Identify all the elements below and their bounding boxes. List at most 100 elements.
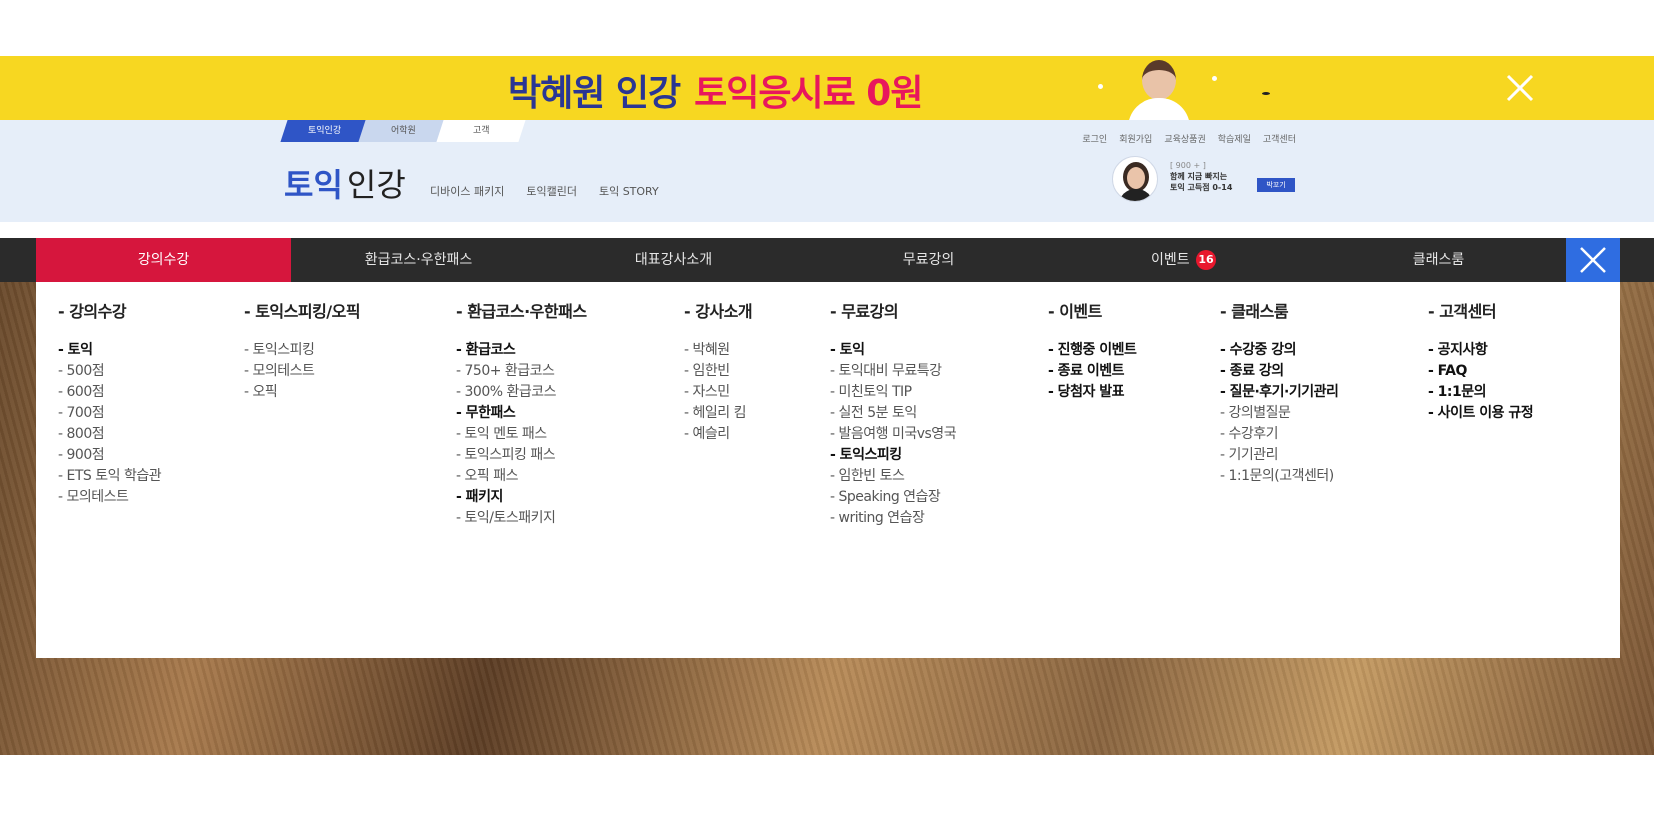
menu-link[interactable]: - 환급코스 [456,340,587,361]
menu-link[interactable]: - 박혜원 [684,340,752,361]
signup-link[interactable]: 회원가입 [1119,132,1152,145]
menu-column-title: - 고객센터 [1428,302,1497,321]
menu-link[interactable]: - 모의테스트 [58,487,161,508]
study-link[interactable]: 학습제일 [1218,132,1251,145]
menu-link[interactable]: - 750+ 환급코스 [456,361,587,382]
promo-banner[interactable]: 박혜원 인강 토익응시료 0원 [0,56,1654,120]
menu-link[interactable]: - 임한빈 토스 [830,466,956,487]
nav-item-events[interactable]: 이벤트 16 [1056,238,1311,282]
menu-link[interactable]: - 종료 강의 [1220,361,1338,382]
menu-list: - 토익 - 500점 - 600점 - 700점 - 800점 - 900점 - ETS … [58,340,162,508]
nav-item-refund-course[interactable]: 환급코스·우한패스 [291,238,546,282]
menu-link[interactable]: - 토익스피킹 패스 [456,445,587,466]
menu-link[interactable]: - 오픽 패스 [456,466,587,487]
menu-link[interactable]: - 공지사항 [1428,340,1533,361]
menu-link[interactable]: - ETS 토익 학습관 [58,466,162,487]
menu-link[interactable]: - 기기관리 [1220,445,1338,466]
menu-link[interactable]: - 강의별질문 [1220,403,1338,424]
promo-text-offer: 토익응시료 0원 [694,73,923,114]
menu-link[interactable]: - 당첨자 발표 [1048,382,1136,403]
main-nav: 강의수강 환급코스·우한패스 대표강사소개 무료강의 이벤트 16 클래스룸 [0,238,1654,282]
logo-main: 토익 [284,166,343,204]
menu-column-title: - 강의수강 [58,302,127,321]
menu-link[interactable]: - 토익 [830,340,956,361]
menu-link[interactable]: - 300% 환급코스 [456,382,587,403]
site-tab-academy[interactable]: 어학원 [358,120,448,142]
menu-link[interactable]: - 900점 [58,445,161,466]
promo-text-instructor: 박혜원 인강 [508,73,681,114]
menu-link[interactable]: - 토익스피킹 [244,340,360,361]
menu-link[interactable]: - 토익대비 무료특강 [830,361,956,382]
menu-link[interactable]: - 종료 이벤트 [1048,361,1136,382]
sparkle-icon [1098,84,1103,89]
menu-column-refund: - 환급코스·우한패스 - 환급코스 - 750+ 환급코스 - 300% 환급코스… [456,298,587,529]
site-header: 토익인강 어학원 고객 로그인 회원가입 교육상품권 학습제일 고객센터 토익 인… [0,120,1654,222]
voucher-link[interactable]: 교육상품권 [1164,132,1205,145]
menu-link[interactable]: - FAQ [1428,361,1533,382]
promo-instructor-image [1120,56,1200,120]
avatar [1112,156,1158,202]
close-icon [1506,74,1534,102]
main-nav-items: 강의수강 환급코스·우한패스 대표강사소개 무료강의 이벤트 16 클래스룸 [36,238,1566,282]
site-tabs: 토익인강 어학원 고객 [280,120,526,142]
site-tab-toeic[interactable]: 토익인강 [280,120,370,142]
menu-link[interactable]: - 토익스피킹 [830,445,956,466]
header-link-calendar[interactable]: 토익캘린더 [526,183,577,199]
menu-close-button[interactable] [1566,238,1620,282]
menu-column-title: - 환급코스·우한패스 [456,302,587,321]
menu-link[interactable]: - 사이트 이용 규정 [1428,403,1534,424]
menu-link[interactable]: - 오픽 [244,382,360,403]
menu-link[interactable]: - 수강중 강의 [1220,340,1338,361]
menu-link[interactable]: - 진행중 이벤트 [1048,340,1137,361]
header-links: 디바이스 패키지 토익캘린더 토익 STORY [430,183,659,199]
nav-item-classroom[interactable]: 클래스룸 [1311,238,1566,282]
menu-link[interactable]: - 토익 [58,340,161,361]
utility-links: 로그인 회원가입 교육상품권 학습제일 고객센터 [1082,132,1296,145]
menu-link[interactable]: - 미친토익 TIP [830,382,956,403]
header-link-device-package[interactable]: 디바이스 패키지 [430,183,504,199]
menu-link[interactable]: - 토익 멘토 패스 [456,424,587,445]
promo-headline[interactable]: 박혜원 인강 토익응시료 0원 [508,64,923,116]
menu-link[interactable]: - 무한패스 [456,403,587,424]
decor-dash [1262,92,1270,95]
menu-link[interactable]: - 600점 [58,382,161,403]
menu-link[interactable]: - 토익/토스패키지 [456,508,587,529]
site-logo[interactable]: 토익 인강 [284,160,406,206]
menu-link[interactable]: - 실전 5분 토익 [830,403,956,424]
menu-link[interactable]: - 패키지 [456,487,587,508]
promo-close-button[interactable] [1502,70,1538,106]
menu-column-support: - 고객센터 - 공지사항 - FAQ - 1:1문의 - 사이트 이용 규정 [1428,298,1534,424]
nav-item-lectures[interactable]: 강의수강 [36,238,291,282]
menu-column-title: - 이벤트 [1048,302,1102,321]
menu-link[interactable]: - 1:1문의 [1428,382,1533,403]
menu-link[interactable]: - 예슬리 [684,424,752,445]
sparkle-icon [1212,76,1217,81]
header-link-story[interactable]: 토익 STORY [599,183,659,199]
menu-link[interactable]: - 700점 [58,403,161,424]
menu-link[interactable]: - 발음여행 미국vs영국 [830,424,957,445]
login-link[interactable]: 로그인 [1082,132,1107,145]
teacher-promo-button[interactable]: 박꼬기 [1257,178,1295,192]
menu-link[interactable]: - Speaking 연습장 [830,487,956,508]
teacher-promo-card[interactable]: [ 900 + ] 함께 지금 빠지는 토익 고득점 0-14 박꼬기 [1112,156,1332,202]
menu-link[interactable]: - 자스민 [684,382,752,403]
menu-list: - 공지사항 - FAQ - 1:1문의 - 사이트 이용 규정 [1428,340,1534,424]
menu-link[interactable]: - 800점 [58,424,161,445]
nav-item-free-lectures[interactable]: 무료강의 [801,238,1056,282]
mega-menu: - 강의수강 - 토익 - 500점 - 600점 - 700점 - 800점 - 900… [36,282,1620,658]
menu-link[interactable]: - 질문·후기·기기관리 [1220,382,1339,403]
menu-column-events: - 이벤트 - 진행중 이벤트 - 종료 이벤트 - 당첨자 발표 [1048,298,1137,403]
nav-item-instructors[interactable]: 대표강사소개 [546,238,801,282]
menu-link[interactable]: - 수강후기 [1220,424,1338,445]
menu-link[interactable]: - 500점 [58,361,161,382]
menu-column-title: - 클래스룸 [1220,302,1289,321]
menu-column-title: - 강사소개 [684,302,753,321]
menu-link[interactable]: - 모의테스트 [244,361,360,382]
support-link[interactable]: 고객센터 [1263,132,1296,145]
menu-link[interactable]: - 임한빈 [684,361,752,382]
menu-link[interactable]: - writing 연습장 [830,508,956,529]
menu-column-classroom: - 클래스룸 - 수강중 강의 - 종료 강의 - 질문·후기·기기관리 - 강의별질… [1220,298,1339,487]
site-tab-other[interactable]: 고객 [436,120,526,142]
menu-link[interactable]: - 헤일리 킴 [684,403,752,424]
menu-link[interactable]: - 1:1문의(고객센터) [1220,466,1338,487]
